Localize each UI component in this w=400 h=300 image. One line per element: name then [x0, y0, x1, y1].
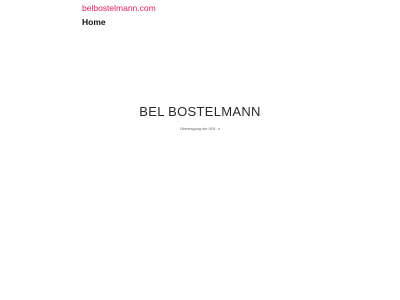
main-navigation: Home — [82, 16, 106, 28]
nav-item-home: Home — [82, 16, 106, 28]
nav-link-home[interactable]: Home — [82, 16, 106, 28]
site-header: belbostelmann.com Home — [82, 0, 382, 34]
hero-meta-text: Übertragung der URL. s — [179, 127, 221, 131]
page-title: BEL BOSTELMANN — [139, 104, 261, 119]
site-domain-link[interactable]: belbostelmann.com — [82, 2, 156, 14]
hero-section: BEL BOSTELMANN Übertragung der URL. s — [0, 100, 400, 132]
